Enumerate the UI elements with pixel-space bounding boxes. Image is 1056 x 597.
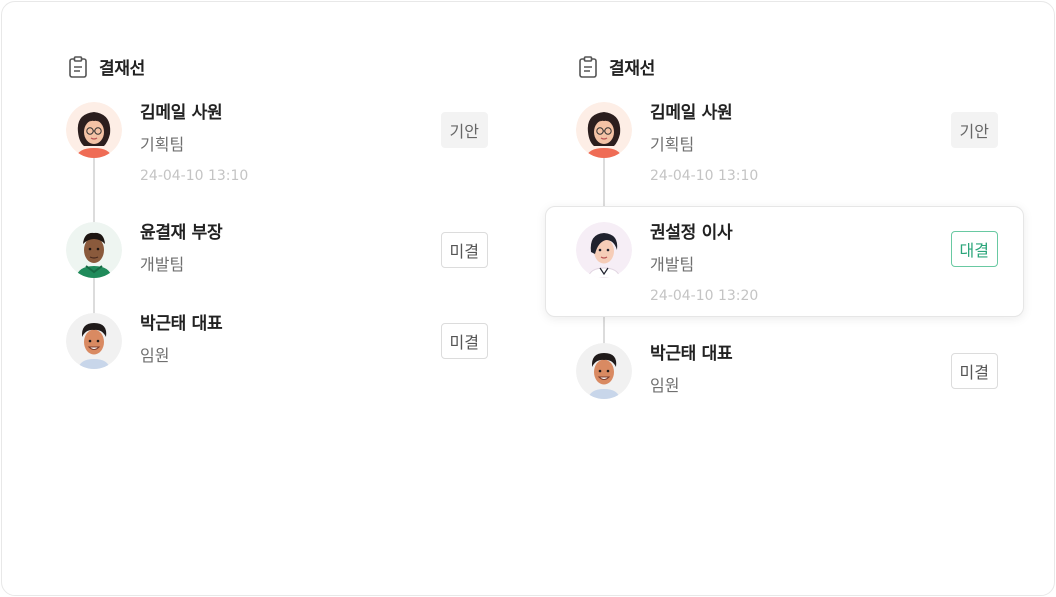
approver-dept: 임원 <box>650 376 680 395</box>
approver-name: 권설정 이사 <box>650 223 733 243</box>
approver-info: 김메일 사원 기획팀 24-04-10 13:10 <box>140 102 248 186</box>
man-smiling-avatar <box>66 313 122 369</box>
approver-dept: 기획팀 <box>650 135 695 154</box>
approver-info: 김메일 사원 기획팀 24-04-10 13:10 <box>650 102 758 186</box>
approver-dept: 개발팀 <box>140 255 185 274</box>
status-badge-proxy: 대결 <box>950 231 998 267</box>
approver-row[interactable]: 박근태 대표 임원 미결 <box>576 343 998 403</box>
panel-header: 결재선 <box>68 54 145 79</box>
panel-header: 결재선 <box>578 54 655 79</box>
clipboard-icon <box>579 55 597 78</box>
status-badge-draft: 기안 <box>950 112 998 148</box>
clipboard-icon <box>69 55 87 78</box>
status-badge-pending: 미결 <box>440 323 488 359</box>
man-dark-skin-avatar <box>66 222 122 278</box>
approver-info: 윤결재 부장 개발팀 <box>140 222 223 276</box>
approver-row[interactable]: 박근태 대표 임원 미결 <box>66 313 488 373</box>
approver-name: 박근태 대표 <box>650 344 733 364</box>
panel-title: 결재선 <box>609 59 656 79</box>
approver-dept: 임원 <box>140 346 170 365</box>
approver-name: 김메일 사원 <box>650 103 733 123</box>
approver-info: 박근태 대표 임원 <box>650 343 733 397</box>
approver-info: 권설정 이사 개발팀 24-04-10 13:20 <box>650 222 758 306</box>
approver-name: 박근태 대표 <box>140 314 223 334</box>
approval-timestamp: 24-04-10 13:10 <box>650 168 759 184</box>
approver-dept: 개발팀 <box>650 255 695 274</box>
man-smiling-avatar <box>576 343 632 399</box>
woman-glasses-avatar <box>576 102 632 158</box>
woman-short-hair-avatar <box>576 222 632 278</box>
status-badge-pending: 미결 <box>440 232 488 268</box>
status-badge-draft: 기안 <box>440 112 488 148</box>
approver-row-highlighted[interactable]: 권설정 이사 개발팀 24-04-10 13:20 대결 <box>545 206 1024 317</box>
approver-info: 박근태 대표 임원 <box>140 313 223 367</box>
approval-line-card: 결재선 김메일 사원 기획팀 24-04-10 13:10 기안 윤결재 부장 … <box>1 1 1055 596</box>
approver-name: 윤결재 부장 <box>140 223 223 243</box>
approver-row[interactable]: 윤결재 부장 개발팀 미결 <box>66 222 488 282</box>
approver-row[interactable]: 김메일 사원 기획팀 24-04-10 13:10 기안 <box>576 102 998 192</box>
status-badge-pending: 미결 <box>950 353 998 389</box>
panel-title: 결재선 <box>99 59 146 79</box>
approver-row[interactable]: 김메일 사원 기획팀 24-04-10 13:10 기안 <box>66 102 488 192</box>
woman-glasses-avatar <box>66 102 122 158</box>
approver-name: 김메일 사원 <box>140 103 223 123</box>
approval-timestamp: 24-04-10 13:10 <box>140 168 249 184</box>
approval-line-panel-left: 결재선 김메일 사원 기획팀 24-04-10 13:10 기안 윤결재 부장 … <box>2 2 488 592</box>
approval-line-panel-right: 결재선 김메일 사원 기획팀 24-04-10 13:10 기안 권설정 이사 … <box>512 2 1024 592</box>
approver-dept: 기획팀 <box>140 135 185 154</box>
approval-timestamp: 24-04-10 13:20 <box>650 288 759 304</box>
